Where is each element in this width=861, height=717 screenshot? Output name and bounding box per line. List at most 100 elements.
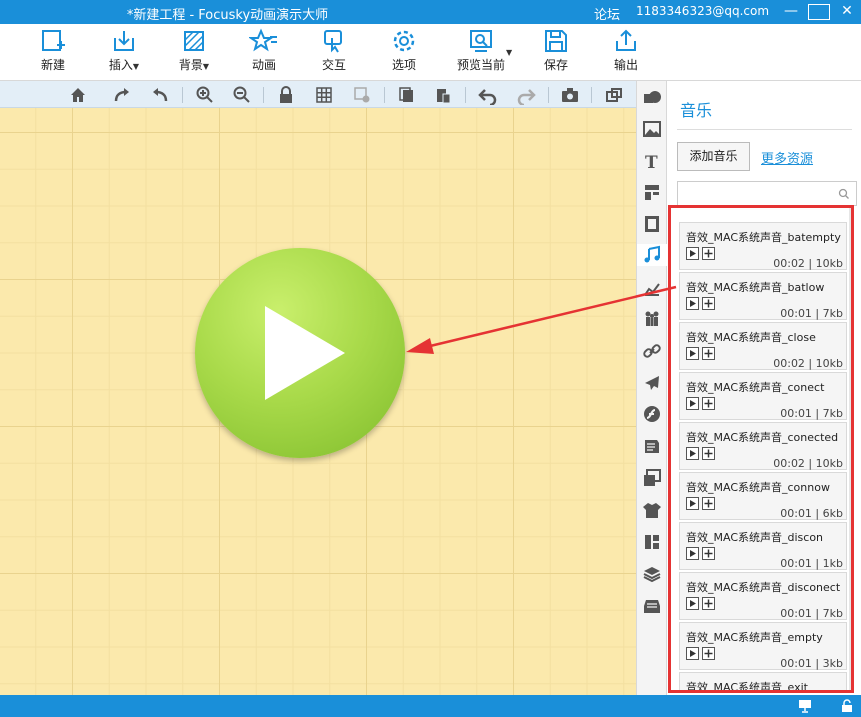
tshirt-icon[interactable]	[641, 499, 663, 521]
lock-icon[interactable]	[276, 85, 296, 105]
add-icon[interactable]	[702, 497, 715, 510]
music-name: 音效_MAC系统声音_discon	[686, 531, 824, 544]
interaction-button[interactable]: 交互	[314, 28, 354, 76]
add-icon[interactable]	[702, 547, 715, 560]
forum-link[interactable]: 论坛	[594, 4, 620, 23]
grid-settings-icon[interactable]	[352, 85, 372, 105]
list-item[interactable]: 音效_MAC系统声音_batlow 00:01 | 7kb	[679, 272, 847, 320]
add-icon[interactable]	[702, 447, 715, 460]
copy-icon[interactable]	[397, 85, 417, 105]
animation-label: 动画	[251, 58, 276, 72]
maximize-button[interactable]	[808, 4, 830, 20]
music-play-button[interactable]	[195, 248, 405, 458]
list-item[interactable]: 音效_MAC系统声音_discon 00:01 | 1kb	[679, 522, 847, 570]
list-item[interactable]: 音效_MAC系统声音_batempty 00:02 | 10kb	[679, 222, 847, 270]
play-icon[interactable]	[686, 397, 699, 410]
music-size: 10kb	[815, 457, 843, 470]
list-item[interactable]: 音效_MAC系统声音_exit	[679, 672, 847, 690]
template-icon[interactable]	[641, 531, 663, 553]
chevron-down-icon[interactable]: ▼	[203, 62, 209, 71]
layers-icon[interactable]	[641, 563, 663, 585]
list-item[interactable]: 音效_MAC系统声音_empty 00:01 | 3kb	[679, 622, 847, 670]
music-size: 7kb	[822, 307, 843, 320]
music-name: 音效_MAC系统声音_close	[686, 331, 816, 344]
monitor-icon[interactable]	[797, 699, 813, 713]
play-icon[interactable]	[686, 447, 699, 460]
save-button[interactable]: 保存	[536, 28, 576, 76]
music-size: 10kb	[815, 257, 843, 270]
music-name: 音效_MAC系统声音_connow	[686, 481, 830, 494]
toolbar-divider	[182, 87, 183, 103]
unlock-icon[interactable]	[840, 699, 854, 713]
rotate-right-icon[interactable]	[112, 85, 132, 105]
music-duration: 00:01	[780, 607, 812, 620]
add-icon[interactable]	[702, 247, 715, 260]
play-icon[interactable]	[686, 247, 699, 260]
list-item[interactable]: 音效_MAC系统声音_connow 00:01 | 6kb	[679, 472, 847, 520]
link-icon[interactable]	[641, 340, 663, 362]
music-search-input[interactable]	[677, 181, 857, 206]
add-icon[interactable]	[702, 297, 715, 310]
background-button[interactable]: 背景▼	[170, 28, 218, 76]
add-music-button[interactable]: 添加音乐	[677, 142, 750, 171]
add-icon[interactable]	[702, 397, 715, 410]
list-item[interactable]: 音效_MAC系统声音_conect 00:01 | 7kb	[679, 372, 847, 420]
list-item[interactable]: 音效_MAC系统声音_conected 00:02 | 10kb	[679, 422, 847, 470]
play-icon[interactable]	[686, 597, 699, 610]
video-icon[interactable]	[641, 213, 663, 235]
list-scrollbar[interactable]	[849, 208, 851, 690]
text-icon[interactable]: T	[641, 150, 663, 172]
add-icon[interactable]	[702, 647, 715, 660]
new-button[interactable]: 新建	[30, 28, 76, 76]
play-icon[interactable]	[686, 647, 699, 660]
panel-divider	[677, 129, 852, 130]
user-email[interactable]: 1183346323@qq.com	[636, 4, 769, 18]
rotate-left-icon[interactable]	[150, 85, 170, 105]
book-icon[interactable]	[641, 435, 663, 457]
play-icon[interactable]	[686, 547, 699, 560]
music-duration: 00:01	[780, 407, 812, 420]
insert-button[interactable]: 插入▼	[100, 28, 148, 76]
zoom-out-icon[interactable]	[232, 85, 252, 105]
undo-icon[interactable]	[478, 85, 498, 105]
gallery-icon[interactable]	[641, 467, 663, 489]
chart-icon[interactable]	[641, 277, 663, 299]
options-button[interactable]: 选项	[384, 28, 424, 76]
play-icon[interactable]	[686, 347, 699, 360]
export-icon	[616, 29, 636, 51]
paste-icon[interactable]	[433, 85, 453, 105]
minimize-button[interactable]: —	[778, 0, 804, 24]
editing-canvas[interactable]	[0, 108, 636, 695]
camera-icon[interactable]	[560, 85, 580, 105]
more-resources-link[interactable]: 更多资源	[761, 148, 813, 167]
music-icon[interactable]	[637, 244, 667, 266]
close-button[interactable]: ✕	[834, 0, 860, 24]
preview-button[interactable]: 预览当前 ▼	[446, 28, 516, 76]
flash-icon[interactable]	[641, 403, 663, 425]
animation-button[interactable]: 动画	[244, 28, 284, 76]
people-icon[interactable]	[641, 308, 663, 330]
shapes-icon[interactable]	[641, 87, 663, 109]
add-icon[interactable]	[702, 597, 715, 610]
play-icon[interactable]	[686, 497, 699, 510]
export-button[interactable]: 输出	[606, 28, 646, 76]
layout-icon[interactable]	[641, 181, 663, 203]
plane-icon[interactable]	[641, 372, 663, 394]
frame-icon[interactable]	[604, 85, 624, 105]
list-item[interactable]: 音效_MAC系统声音_disconect 00:01 | 7kb	[679, 572, 847, 620]
add-icon[interactable]	[702, 347, 715, 360]
home-icon[interactable]	[68, 85, 88, 105]
play-icon[interactable]	[686, 297, 699, 310]
new-label: 新建	[40, 58, 65, 72]
search-icon[interactable]	[838, 188, 850, 200]
grid-icon[interactable]	[314, 85, 334, 105]
redo-icon[interactable]	[516, 85, 536, 105]
archive-icon[interactable]	[641, 595, 663, 617]
zoom-in-icon[interactable]	[195, 85, 215, 105]
chevron-down-icon[interactable]: ▼	[133, 62, 139, 71]
list-item[interactable]: 音效_MAC系统声音_close 00:02 | 10kb	[679, 322, 847, 370]
image-icon[interactable]	[641, 118, 663, 140]
main-toolbar: 新建 插入▼ 背景▼ 动画 交互 选项 预览当前 ▼ 保存 输出	[0, 24, 861, 81]
background-label: 背景	[178, 58, 203, 72]
chevron-down-icon[interactable]: ▼	[506, 48, 512, 57]
